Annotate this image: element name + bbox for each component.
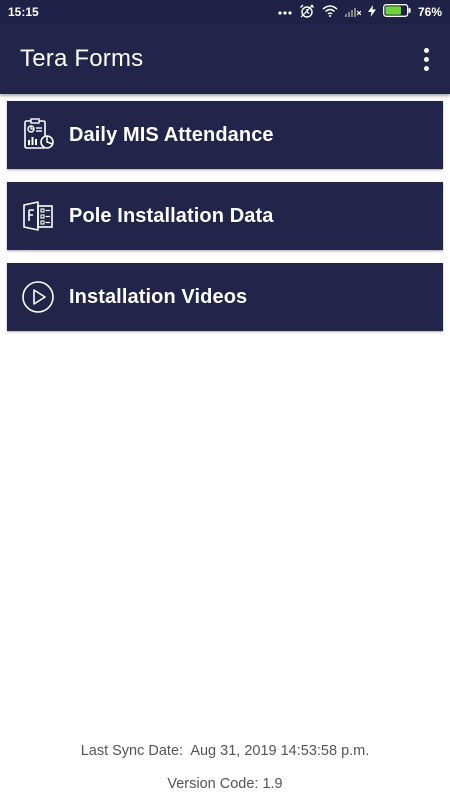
app-title: Tera Forms — [20, 45, 144, 72]
version-label: Version Code: — [167, 776, 259, 792]
battery-percent: 76% — [417, 5, 442, 19]
menu-item-label: Pole Installation Data — [69, 204, 274, 227]
menu-item-label: Daily MIS Attendance — [69, 123, 274, 146]
signal-icon — [344, 5, 362, 20]
status-bar: 15:15 76% — [0, 0, 450, 24]
last-sync-date: Last Sync Date: Aug 31, 2019 14:53:58 p.… — [0, 743, 450, 759]
battery-icon — [383, 4, 411, 20]
more-dots-icon — [278, 5, 292, 19]
version-value: 1.9 — [262, 776, 283, 792]
menu-item-daily-mis-attendance[interactable]: Daily MIS Attendance — [7, 101, 443, 169]
menu-item-installation-videos[interactable]: Installation Videos — [7, 263, 443, 331]
menu-list: Daily MIS Attendance Pole Installation D… — [7, 101, 443, 344]
wifi-icon — [322, 4, 338, 20]
more-vert-icon[interactable] — [414, 39, 438, 79]
sync-value: Aug 31, 2019 14:53:58 p.m. — [190, 743, 370, 759]
charging-icon — [367, 4, 376, 20]
play-circle-icon — [7, 280, 69, 314]
report-chart-icon — [7, 117, 69, 153]
version-code: Version Code: 1.9 — [0, 776, 450, 792]
battery-level-fill — [385, 6, 402, 15]
app-bar: Tera Forms — [0, 24, 450, 94]
status-time: 15:15 — [8, 5, 39, 19]
status-icons: 76% — [278, 4, 442, 21]
forms-icon — [7, 199, 69, 233]
menu-item-label: Installation Videos — [69, 285, 248, 308]
sync-label: Last Sync Date: — [80, 743, 184, 759]
alarm-icon — [299, 4, 315, 21]
menu-item-pole-installation-data[interactable]: Pole Installation Data — [7, 182, 443, 250]
